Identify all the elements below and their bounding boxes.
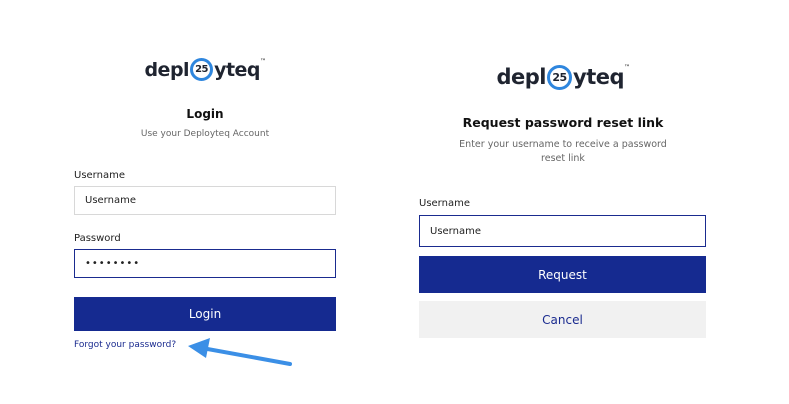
reset-subtitle-line1: Enter your username to receive a passwor… — [459, 139, 667, 150]
username-input[interactable]: Username — [74, 186, 336, 215]
reset-title: Request password reset link — [462, 115, 664, 130]
login-title: Login — [186, 107, 224, 121]
cancel-button[interactable]: Cancel — [419, 301, 706, 338]
username-label: Username — [74, 170, 125, 181]
deployteq-logo: depl 25 yteq™ — [496, 64, 630, 90]
request-button[interactable]: Request — [419, 256, 706, 293]
forgot-password-link[interactable]: Forgot your password? — [74, 340, 176, 350]
reset-subtitle-line2: reset link — [541, 153, 585, 164]
password-input[interactable]: •••••••• — [74, 249, 336, 278]
login-subtitle: Use your Deployteq Account — [140, 129, 270, 139]
deployteq-logo: depl 25 yteq™ — [144, 58, 266, 81]
reset-panel: depl 25 yteq™ Request password reset link … — [419, 0, 707, 404]
arrow-pointer-icon — [188, 338, 292, 366]
logo-badge-icon: 25 — [547, 64, 572, 90]
logo-badge-icon: 25 — [190, 58, 214, 81]
reset-username-label: Username — [419, 198, 470, 209]
login-button[interactable]: Login — [74, 297, 336, 331]
reset-username-input[interactable]: Username — [419, 215, 706, 247]
password-label: Password — [74, 233, 121, 244]
